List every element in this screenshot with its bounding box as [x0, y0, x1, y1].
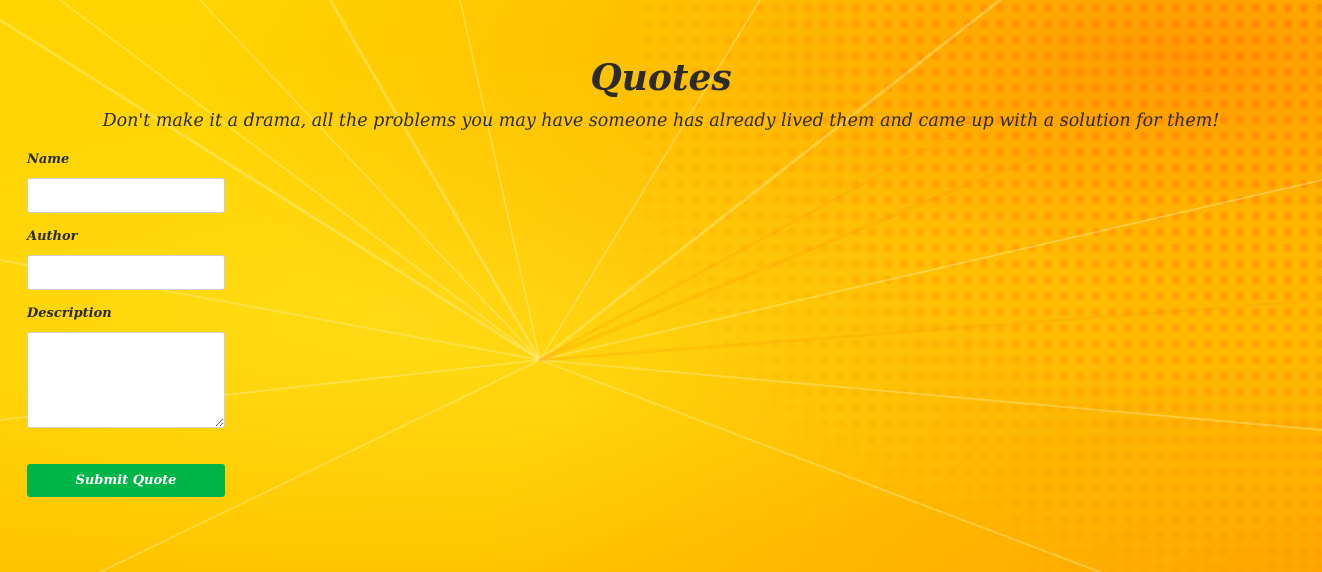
submit-quote-button[interactable]: Submit Quote: [27, 464, 225, 497]
page-title: Quotes: [590, 57, 732, 99]
description-textarea[interactable]: [27, 332, 225, 428]
page-subtitle: Don't make it a drama, all the problems …: [102, 111, 1220, 131]
author-label: Author: [27, 229, 78, 244]
author-input[interactable]: [27, 255, 225, 290]
name-input[interactable]: [27, 178, 225, 213]
name-label: Name: [27, 152, 70, 167]
description-label: Description: [27, 306, 112, 321]
